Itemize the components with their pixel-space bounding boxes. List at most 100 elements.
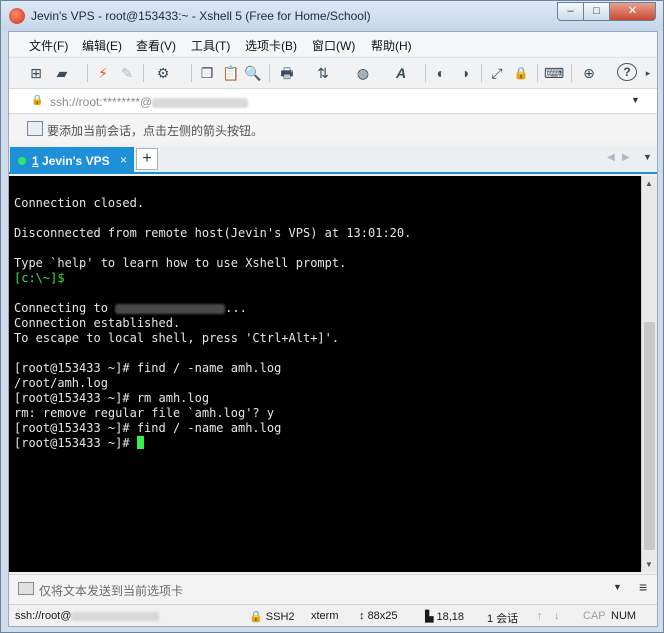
status-num: NUM	[611, 610, 637, 622]
minimize-button[interactable]: –	[557, 2, 584, 21]
toolbar-separator	[191, 64, 192, 82]
status-cursor-position: ▙ 18,18	[425, 611, 465, 623]
compose-dropdown-icon[interactable]: ▼	[613, 582, 622, 592]
fullscreen-icon[interactable]: ⤢	[487, 63, 507, 83]
print-icon[interactable]: 🖶	[275, 63, 299, 83]
terminal-line-text: Connection established.	[14, 316, 181, 330]
terminal-output[interactable]: Connection closed. Disconnected from remo…	[9, 176, 641, 572]
properties-icon[interactable]: ⚙	[151, 63, 175, 83]
menu-file[interactable]: 文件(F)	[29, 37, 68, 54]
help-icon[interactable]: ?	[617, 63, 637, 81]
terminal-line-text: rm: remove regular file `amh.log'? y	[14, 406, 275, 420]
add-session-arrow-icon[interactable]	[27, 121, 43, 136]
new-session-icon[interactable]: ⊞	[25, 63, 47, 83]
toolbar: ⊞ ▰ ⚡ ✎ ⚙ ❐ 📋 🔍 🖶 ⇅ ◍ A ◐ ◑ ⤢ 🔒 ⌨ ⊕ ? ▸	[9, 57, 657, 87]
status-host: ssh://root@	[15, 610, 160, 622]
toolbar-separator	[269, 64, 270, 82]
tab-jevins-vps[interactable]: 1 Jevin's VPS ×	[10, 147, 134, 174]
terminal-line-suffix: ...	[225, 301, 247, 315]
terminal-scrollbar[interactable]: ▲ ▼	[641, 176, 657, 572]
terminal-line-text: Disconnected from remote host(Jevin's VP…	[14, 226, 412, 240]
terminal-line: [c:\~]$	[14, 271, 641, 286]
paste-icon[interactable]: 📋	[221, 63, 241, 83]
reconnect-icon[interactable]: ⚡	[93, 63, 113, 83]
xshell-logo-icon	[9, 8, 25, 24]
scroll-up-icon[interactable]: ▲	[645, 179, 653, 188]
new-tab-icon[interactable]: ⊕	[577, 63, 601, 83]
status-download-icon: ↓	[554, 610, 560, 622]
compose-target-text: 仅将文本发送到当前选项卡	[39, 584, 184, 598]
window-title: Jevin's VPS - root@153433:~ - Xshell 5 (…	[31, 9, 371, 23]
terminal-line-text: [root@153433 ~]# find / -name amh.log	[14, 421, 282, 435]
terminal-line-text: [root@153433 ~]# find / -name amh.log	[14, 361, 282, 375]
menu-tools[interactable]: 工具(T)	[191, 37, 230, 54]
address-text: ssh://root:********@	[50, 95, 249, 109]
scrollbar-thumb[interactable]	[644, 322, 655, 550]
client-area: 文件(F) 编辑(E) 查看(V) 工具(T) 选项卡(B) 窗口(W) 帮助(…	[8, 31, 658, 627]
title-bar[interactable]: Jevin's VPS - root@153433:~ - Xshell 5 (…	[1, 1, 663, 31]
tab-close-icon[interactable]: ×	[120, 153, 127, 167]
terminal-line: To escape to local shell, press 'Ctrl+Al…	[14, 331, 641, 346]
redacted-ip	[115, 303, 226, 314]
compose-menu-icon[interactable]: ≡	[639, 579, 647, 595]
tab-scroll-left-icon[interactable]: ◀	[607, 152, 615, 163]
tab-list-icon[interactable]: ▼	[643, 152, 652, 162]
toolbar-separator	[571, 64, 572, 82]
maximize-button[interactable]: □	[583, 2, 610, 21]
toolbar-separator	[537, 64, 538, 82]
menu-edit[interactable]: 编辑(E)	[82, 37, 122, 54]
add-tab-button[interactable]: +	[136, 148, 158, 170]
toolbar-separator	[481, 64, 482, 82]
terminal-line: [root@153433 ~]# find / -name amh.log	[14, 421, 641, 436]
address-bar[interactable]: 🔒 ssh://root:********@ ▼	[9, 88, 657, 114]
status-upload-icon: ↑	[537, 610, 543, 622]
tab-title: Jevin's VPS	[38, 154, 110, 168]
menu-view[interactable]: 查看(V)	[136, 37, 176, 54]
terminal-line: [root@153433 ~]# find / -name amh.log	[14, 361, 641, 376]
globe-icon[interactable]: ◍	[351, 63, 375, 83]
terminal-line-text: To escape to local shell, press 'Ctrl+Al…	[14, 331, 340, 345]
app-window: Jevin's VPS - root@153433:~ - Xshell 5 (…	[0, 0, 664, 633]
compose-icon[interactable]	[18, 582, 34, 595]
copy-icon[interactable]: ❐	[197, 63, 217, 83]
disconnect-icon[interactable]: ✎	[117, 63, 137, 83]
font-icon[interactable]: A	[389, 63, 413, 83]
compose-bar[interactable]: 仅将文本发送到当前选项卡 ▼ ≡	[9, 574, 657, 602]
tab-scroll-right-icon[interactable]: ▶	[622, 152, 630, 163]
terminal-line-text: Connection closed.	[14, 196, 145, 210]
toolbar-overflow-icon[interactable]: ▸	[643, 63, 653, 83]
terminal-line-text: Type `help' to learn how to use Xshell p…	[14, 256, 347, 270]
redacted-status-host	[71, 611, 160, 621]
lock-icon[interactable]: 🔒	[511, 63, 531, 83]
terminal-line: [root@153433 ~]#	[14, 436, 641, 451]
toolbar-separator	[87, 64, 88, 82]
xagent-icon[interactable]: ◑	[455, 63, 475, 83]
transfer-icon[interactable]: ⇅	[311, 63, 335, 83]
menu-window[interactable]: 窗口(W)	[312, 37, 355, 54]
keyboard-icon[interactable]: ⌨	[543, 63, 565, 83]
status-size: ↕ 88x25	[359, 610, 398, 622]
terminal-cursor	[136, 436, 144, 449]
menu-help[interactable]: 帮助(H)	[371, 37, 412, 54]
menu-tabs[interactable]: 选项卡(B)	[245, 37, 297, 54]
connected-status-icon	[18, 157, 26, 165]
scroll-down-icon[interactable]: ▼	[645, 560, 653, 569]
lock-icon: 🔒	[31, 95, 44, 106]
menu-bar: 文件(F) 编辑(E) 查看(V) 工具(T) 选项卡(B) 窗口(W) 帮助(…	[9, 32, 657, 56]
status-protocol-text: SSH2	[265, 611, 295, 623]
terminal-line: Connection closed.	[14, 196, 641, 211]
toolbar-separator	[425, 64, 426, 82]
status-terminal-type: xterm	[311, 610, 339, 622]
close-button[interactable]: ✕	[609, 2, 656, 21]
open-icon[interactable]: ▰	[51, 63, 73, 83]
xftp-icon[interactable]: ◐	[431, 63, 451, 83]
terminal-line: Connection established.	[14, 316, 641, 331]
toolbar-separator	[143, 64, 144, 82]
status-bar: ssh://root@ 🔒 SSH2 xterm ↕ 88x25 ▙ 18,18…	[9, 604, 657, 626]
status-size-text: 88x25	[367, 610, 398, 622]
find-icon[interactable]: 🔍	[243, 63, 263, 83]
address-dropdown-icon[interactable]: ▼	[631, 95, 640, 105]
